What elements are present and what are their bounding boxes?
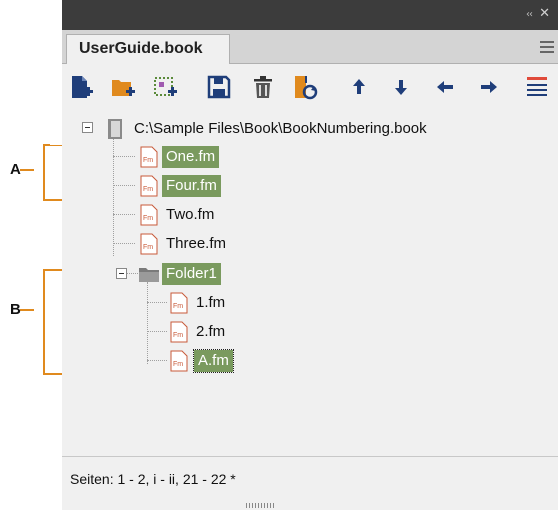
tree-item-1[interactable]: 1.fm (196, 292, 225, 314)
tree-connector (113, 156, 135, 157)
tree-connector (113, 243, 135, 244)
update-book-icon[interactable] (292, 74, 318, 100)
book-panel: ‹‹ ✕ UserGuide.book C:\Sample Files\Book… (62, 0, 558, 510)
toolbar (62, 64, 558, 110)
svg-text:Fm: Fm (143, 186, 153, 193)
book-icon (108, 119, 122, 139)
callout-b-label: B (10, 301, 21, 318)
delete-icon[interactable] (250, 74, 276, 100)
tree-connector (113, 214, 135, 215)
promote-right-icon[interactable] (476, 74, 502, 100)
book-collapse-toggle[interactable] (82, 122, 93, 133)
add-file-icon[interactable] (68, 74, 94, 100)
tree-item-2[interactable]: 2.fm (196, 321, 225, 343)
panel-menu-icon[interactable] (540, 41, 554, 53)
fm-file-icon: Fm (170, 321, 188, 343)
tree-item-four[interactable]: Four.fm (162, 175, 221, 197)
panel-titlebar: ‹‹ ✕ (62, 0, 558, 30)
callout-connectors (50, 145, 62, 375)
svg-text:Fm: Fm (143, 244, 153, 251)
status-bar: Seiten: 1 - 2, i - ii, 21 - 22 * (62, 456, 558, 500)
svg-text:Fm: Fm (173, 303, 183, 310)
folder-icon (139, 268, 159, 282)
tab-userguide-book[interactable]: UserGuide.book (66, 34, 230, 64)
close-icon[interactable]: ✕ (539, 6, 550, 21)
book-path-label[interactable]: C:\Sample Files\Book\BookNumbering.book (134, 118, 427, 140)
fm-file-icon: Fm (140, 146, 158, 168)
svg-text:Fm: Fm (143, 157, 153, 164)
tree-connector (147, 331, 167, 332)
panel-tabbar: UserGuide.book (62, 30, 558, 64)
svg-text:Fm: Fm (173, 332, 183, 339)
svg-text:Fm: Fm (143, 215, 153, 222)
tree-connector (147, 360, 167, 361)
fm-file-icon: Fm (170, 350, 188, 372)
list-options-icon[interactable] (524, 74, 550, 100)
tree-connector (113, 185, 135, 186)
move-up-icon[interactable] (346, 74, 372, 100)
book-tree: C:\Sample Files\Book\BookNumbering.book … (62, 112, 558, 450)
tree-item-three[interactable]: Three.fm (166, 233, 226, 255)
save-icon[interactable] (206, 74, 232, 100)
fm-file-icon: Fm (140, 233, 158, 255)
page-range-status: Seiten: 1 - 2, i - ii, 21 - 22 * (70, 471, 236, 487)
tree-folder-1[interactable]: Folder1 (162, 263, 221, 285)
add-folder-icon[interactable] (110, 74, 136, 100)
resize-grip-icon[interactable] (246, 503, 276, 508)
add-group-icon[interactable] (152, 74, 178, 100)
tree-item-one[interactable]: One.fm (162, 146, 220, 168)
collapse-icon[interactable]: ‹‹ (526, 9, 533, 20)
tree-connector (147, 302, 167, 303)
tree-item-two[interactable]: Two.fm (166, 204, 214, 226)
fm-file-icon: Fm (140, 204, 158, 226)
fm-file-icon: Fm (170, 292, 188, 314)
tree-item-a[interactable]: A.fm (193, 349, 234, 373)
tree-connector (147, 282, 148, 364)
folder-collapse-toggle[interactable] (116, 268, 127, 279)
svg-text:Fm: Fm (173, 361, 183, 368)
move-down-icon[interactable] (388, 74, 414, 100)
tree-connector (126, 273, 138, 274)
callout-a-label: A (10, 161, 21, 178)
demote-left-icon[interactable] (432, 74, 458, 100)
tree-connector (113, 136, 114, 256)
fm-file-icon: Fm (140, 175, 158, 197)
